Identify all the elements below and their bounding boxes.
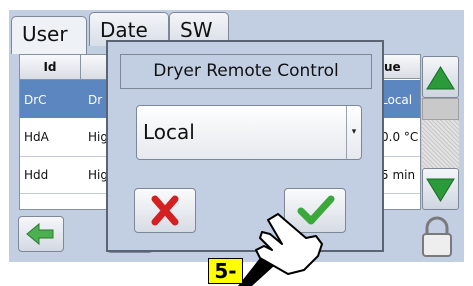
remote-control-select[interactable]: Local ▾ (136, 105, 362, 160)
table-cell-id: HdA (24, 130, 49, 144)
tab-user[interactable]: User (11, 16, 87, 54)
table-cell-name: Hig (88, 130, 108, 144)
cancel-button[interactable] (134, 188, 196, 233)
scroll-thumb[interactable] (422, 98, 459, 120)
dropdown-arrow-icon: ▾ (346, 106, 361, 159)
table-cell-name: Dr (88, 93, 103, 107)
screen: User Date SW Id ue DrC Dr Local HdA Hig … (9, 10, 464, 262)
arrow-left-icon (26, 222, 54, 246)
lock-icon[interactable] (418, 216, 456, 258)
dialog-title: Dryer Remote Control (120, 54, 372, 89)
table-cell-name: Hig (88, 168, 108, 182)
step-label: 5- (208, 258, 243, 284)
tab-sw-label: SW (180, 18, 213, 42)
cancel-x-icon (151, 195, 179, 226)
arrow-up-icon (426, 66, 455, 90)
arrow-down-icon (426, 178, 455, 202)
tab-user-label: User (22, 22, 68, 46)
select-value: Local (143, 120, 195, 144)
scroll-up-button[interactable] (422, 56, 459, 98)
tab-date-label: Date (100, 18, 148, 42)
table-cell-id: DrC (24, 93, 47, 107)
scroll-down-button[interactable] (422, 168, 459, 210)
back-button[interactable] (18, 216, 64, 252)
table-cell-id: Hdd (24, 168, 49, 182)
column-header-id: Id (20, 55, 81, 80)
pointing-hand-icon (238, 213, 323, 286)
